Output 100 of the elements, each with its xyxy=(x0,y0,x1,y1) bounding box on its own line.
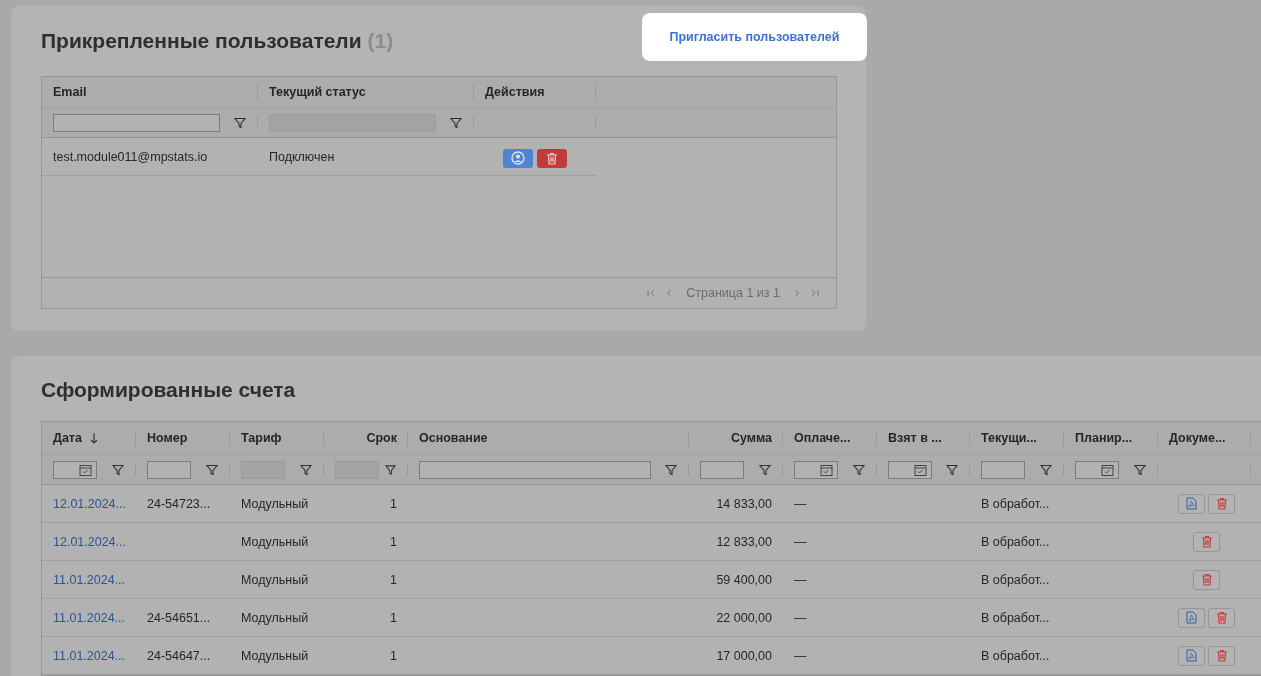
filter-field[interactable] xyxy=(700,460,744,479)
user-profile-button[interactable] xyxy=(503,148,533,168)
table-cell: 24-54651... xyxy=(147,610,211,625)
email-cell-text: test.module011@mpstats.io xyxy=(52,148,209,166)
filter-icon[interactable] xyxy=(1134,463,1146,476)
table-cell: — xyxy=(794,572,807,587)
last-page-icon[interactable] xyxy=(810,288,820,298)
pdf-button[interactable] xyxy=(1178,645,1205,666)
delete-button[interactable] xyxy=(1193,569,1220,590)
column-header[interactable]: Тариф xyxy=(241,431,282,445)
filter-icon[interactable] xyxy=(234,116,246,129)
trash-icon xyxy=(1215,497,1228,510)
pdf-file-icon xyxy=(1186,611,1197,624)
date-filter-field[interactable] xyxy=(1075,460,1119,479)
table-cell: В обработ... xyxy=(981,572,1050,587)
invoice-date-link[interactable]: 12.01.2024... xyxy=(53,496,126,511)
trash-icon xyxy=(1215,649,1228,662)
column-header[interactable]: Текущи... xyxy=(981,431,1037,445)
table-cell: Модульный xyxy=(241,648,309,663)
date-filter-field[interactable] xyxy=(53,460,97,479)
delete-button[interactable] xyxy=(1208,493,1235,514)
panel-title: Сформированные счета xyxy=(41,378,297,403)
user-icon xyxy=(511,151,525,165)
table-cell: — xyxy=(794,610,807,625)
column-header[interactable]: Текущий статус xyxy=(258,77,474,107)
table-cell: 24-54723... xyxy=(147,496,211,511)
table-cell: 24-54647... xyxy=(147,648,211,663)
filter-icon[interactable] xyxy=(450,116,462,129)
pdf-button[interactable] xyxy=(1178,607,1205,628)
column-header[interactable]: Планир... xyxy=(1075,431,1133,445)
table-cell: 17 000,00 xyxy=(716,648,772,663)
column-header[interactable]: Действия xyxy=(474,77,596,107)
table-cell: — xyxy=(794,496,807,511)
trash-icon xyxy=(1215,611,1228,624)
filter-field[interactable] xyxy=(53,113,220,132)
column-header[interactable]: Основание xyxy=(419,431,488,445)
column-header[interactable]: Взят в ... xyxy=(888,431,942,445)
table-cell: 1 xyxy=(390,496,397,511)
invoice-date-link[interactable]: 11.01.2024... xyxy=(53,572,126,587)
calendar-icon[interactable] xyxy=(914,463,927,476)
table-cell: В обработ... xyxy=(981,496,1050,511)
invoice-date-link[interactable]: 11.01.2024... xyxy=(53,610,126,625)
filter-field[interactable] xyxy=(419,460,651,479)
column-header[interactable]: Срок xyxy=(366,431,397,445)
first-page-icon[interactable] xyxy=(646,288,657,298)
calendar-icon[interactable] xyxy=(820,463,833,476)
table-cell: 22 000,00 xyxy=(716,610,772,625)
table-cell: 1 xyxy=(390,534,397,549)
filter-field[interactable] xyxy=(147,460,191,479)
delete-button[interactable] xyxy=(1208,607,1235,628)
delete-button[interactable] xyxy=(537,148,567,168)
table-cell: 12 833,00 xyxy=(716,534,772,549)
invoice-date-link[interactable]: 12.01.2024... xyxy=(53,534,126,549)
column-header[interactable]: Сумма xyxy=(730,431,772,445)
column-header[interactable]: Докуме... xyxy=(1169,431,1226,445)
trash-icon xyxy=(546,151,558,165)
page-indicator: Страница 1 из 1 xyxy=(686,286,780,300)
panel-title: Прикрепленные пользователи xyxy=(41,29,362,53)
date-filter-field[interactable] xyxy=(888,460,932,479)
trash-icon xyxy=(1200,535,1213,548)
trash-icon xyxy=(1200,573,1213,586)
table-cell: В обработ... xyxy=(981,648,1050,663)
column-header[interactable]: Оплаче... xyxy=(794,431,851,445)
invoice-date-link[interactable]: 11.01.2024... xyxy=(53,648,126,663)
column-header[interactable]: Email xyxy=(42,77,258,107)
table-cell: Модульный xyxy=(241,572,309,587)
table-cell: Модульный xyxy=(241,534,309,549)
sort-descending-icon[interactable] xyxy=(89,432,98,444)
filter-icon[interactable] xyxy=(853,463,865,476)
table-cell: В обработ... xyxy=(981,610,1050,625)
filter-icon[interactable] xyxy=(1040,463,1052,476)
table-cell: — xyxy=(794,534,807,549)
filter-icon[interactable] xyxy=(759,463,771,476)
table-cell: 14 833,00 xyxy=(716,496,772,511)
table-cell: — xyxy=(794,648,807,663)
filter-icon[interactable] xyxy=(946,463,958,476)
date-filter-field[interactable] xyxy=(794,460,838,479)
pdf-button[interactable] xyxy=(1178,493,1205,514)
delete-button[interactable] xyxy=(1193,531,1220,552)
table-cell: Модульный xyxy=(241,610,309,625)
table-cell: 1 xyxy=(390,610,397,625)
column-header[interactable]: Номер xyxy=(147,431,188,445)
calendar-icon[interactable] xyxy=(1101,463,1114,476)
calendar-icon[interactable] xyxy=(79,463,92,476)
pdf-file-icon xyxy=(1186,497,1197,510)
filter-field[interactable] xyxy=(981,460,1025,479)
table-cell: 1 xyxy=(390,648,397,663)
status-cell-text: Подключен xyxy=(268,148,336,166)
filter-icon[interactable] xyxy=(112,463,124,476)
column-header[interactable]: Дата xyxy=(53,431,82,445)
table-cell: 59 400,00 xyxy=(716,572,772,587)
table-cell: Модульный xyxy=(241,496,309,511)
filter-icon[interactable] xyxy=(206,463,218,476)
filter-icon[interactable] xyxy=(300,463,312,476)
filter-icon[interactable] xyxy=(385,463,396,476)
table-cell: В обработ... xyxy=(981,534,1050,549)
filter-icon[interactable] xyxy=(665,463,677,476)
pdf-file-icon xyxy=(1186,649,1197,662)
delete-button[interactable] xyxy=(1208,645,1235,666)
invite-users-button[interactable]: Пригласить пользователей xyxy=(642,13,867,61)
